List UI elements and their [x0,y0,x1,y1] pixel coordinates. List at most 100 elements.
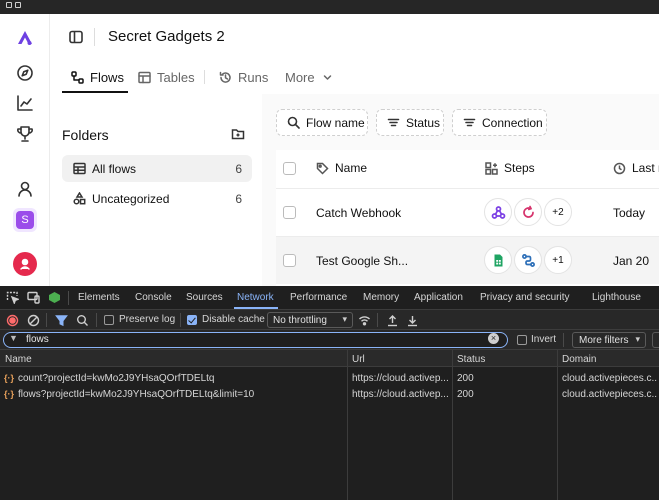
analytics-chart-icon[interactable] [13,91,37,115]
trophy-icon[interactable] [13,122,37,146]
filter-status-button[interactable]: Status [376,109,444,136]
column-header-domain[interactable]: Domain [562,354,596,365]
inspect-element-icon[interactable] [6,291,20,305]
tab-separator [204,70,205,84]
tab-more-label: More [285,69,315,85]
column-header-name[interactable]: Name [5,354,32,365]
network-filter-input[interactable]: flows [3,332,508,348]
devtools-tab-privacy[interactable]: Privacy and security [480,292,569,303]
filter-icon [463,118,476,127]
invert-checkbox[interactable] [517,335,527,345]
disable-cache-checkbox[interactable] [187,315,197,325]
tab-runs-label: Runs [238,69,269,85]
explore-compass-icon[interactable] [13,61,37,85]
folder-item-all-flows[interactable]: All flows 6 [62,155,252,182]
workspace-avatar-letter: S [16,211,34,229]
request-name: count?projectId=kwMo2J9YHsaQOrfTDELtq [18,373,215,384]
toolbar-separator [377,313,378,327]
clear-filter-icon[interactable]: × [488,333,499,344]
column-header-steps[interactable]: Steps [485,161,535,175]
user-icon[interactable] [13,177,37,201]
row-checkbox[interactable] [283,206,296,219]
table-row[interactable]: Test Google Sh... +1 Jan 20 [276,236,659,284]
toolbar-separator [68,291,69,305]
devtools-tab-lighthouse[interactable]: Lighthouse [592,292,641,303]
branch-icon [514,246,542,274]
export-har-download-icon[interactable] [406,314,419,327]
import-har-upload-icon[interactable] [386,314,399,327]
network-filterbar: flows ▼ × Invert More filters [0,330,659,350]
flow-name: Catch Webhook [316,206,402,220]
tab-flows-label: Flows [90,69,124,85]
table-row[interactable]: Catch Webhook +2 Today [276,188,659,236]
disable-cache-label: Disable cache [202,314,265,325]
filter-connection-button[interactable]: Connection [452,109,547,136]
toolbar-separator [563,333,564,347]
request-status: 200 [457,389,474,400]
toolbar-separator [180,313,181,327]
folder-count: 6 [235,192,242,206]
column-header-url[interactable]: Url [352,354,365,365]
tab-more[interactable]: More [285,62,334,92]
search-icon[interactable] [76,314,89,327]
row-checkbox[interactable] [283,254,296,267]
webhook-icon [484,198,512,226]
toolbar-separator [96,313,97,327]
tag-icon [316,162,329,175]
request-domain: cloud.activepieces.c... [562,389,657,400]
column-header-name[interactable]: Name [316,161,367,175]
network-request-row[interactable]: {·} count?projectId=kwMo2J9YHsaQOrfTDELt… [0,370,659,386]
filter-flow-name-button[interactable]: Flow name [276,109,368,136]
filter-label: Flow name [306,115,365,130]
tab-tables[interactable]: Tables [138,62,195,92]
devtools-tab-performance[interactable]: Performance [290,292,347,303]
devtools-tab-network[interactable]: Network [237,292,274,303]
filter-chip-edge[interactable] [652,332,659,348]
request-url: https://cloud.activep... [352,373,449,384]
preserve-log-label: Preserve log [119,314,176,325]
profile-avatar-icon[interactable] [13,252,37,276]
fetch-request-icon: {·} [4,389,15,399]
network-conditions-wifi-icon[interactable] [358,314,371,327]
devtools-tab-memory[interactable]: Memory [363,292,399,303]
extra-steps-badge: +1 [544,246,572,274]
clock-icon [613,162,626,174]
workspace-avatar[interactable]: S [13,208,37,232]
column-header-label: Last m [632,161,659,175]
network-request-row[interactable]: {·} flows?projectId=kwMo2J9YHsaQOrfTDELt… [0,386,659,402]
toolbar-separator [46,313,47,327]
column-header-last-modified[interactable]: Last m [613,161,659,175]
devtools-tab-console[interactable]: Console [135,292,172,303]
record-icon[interactable] [6,314,19,327]
throttling-select[interactable]: No throttling [267,312,353,328]
vue-extension-icon[interactable] [48,291,61,304]
flows-table: Name Steps Last m Catch Webhook +2 Today… [276,150,659,286]
folder-label: All flows [92,162,137,176]
fetch-request-icon: {·} [4,373,15,383]
tab-runs[interactable]: Runs [219,62,268,92]
preserve-log-checkbox[interactable] [104,315,114,325]
folders-title: Folders [62,127,109,143]
chevron-down-icon [323,74,331,80]
filter-funnel-icon[interactable] [55,314,68,327]
column-header-status[interactable]: Status [457,354,485,365]
devtools-tab-sources[interactable]: Sources [186,292,223,303]
project-title: Secret Gadgets 2 [108,28,225,45]
extra-steps-badge: +2 [544,198,572,226]
clear-icon[interactable] [27,314,40,327]
add-folder-icon[interactable] [231,127,245,141]
left-rail: S [0,14,50,286]
tab-flows[interactable]: Flows [71,62,124,92]
device-toolbar-icon[interactable] [27,291,40,304]
select-all-checkbox[interactable] [283,162,296,175]
network-toolbar: Preserve log Disable cache No throttling [0,310,659,330]
table-icon [138,71,151,83]
folder-count: 6 [235,162,242,176]
devtools-tab-elements[interactable]: Elements [78,292,120,303]
devtools-tab-application[interactable]: Application [414,292,463,303]
column-header-label: Steps [504,161,535,175]
folder-item-uncategorized[interactable]: Uncategorized 6 [62,185,252,212]
activepieces-logo-icon[interactable] [13,26,37,50]
sidebar-toggle-icon[interactable] [68,29,84,45]
more-filters-dropdown[interactable]: More filters [572,332,646,348]
